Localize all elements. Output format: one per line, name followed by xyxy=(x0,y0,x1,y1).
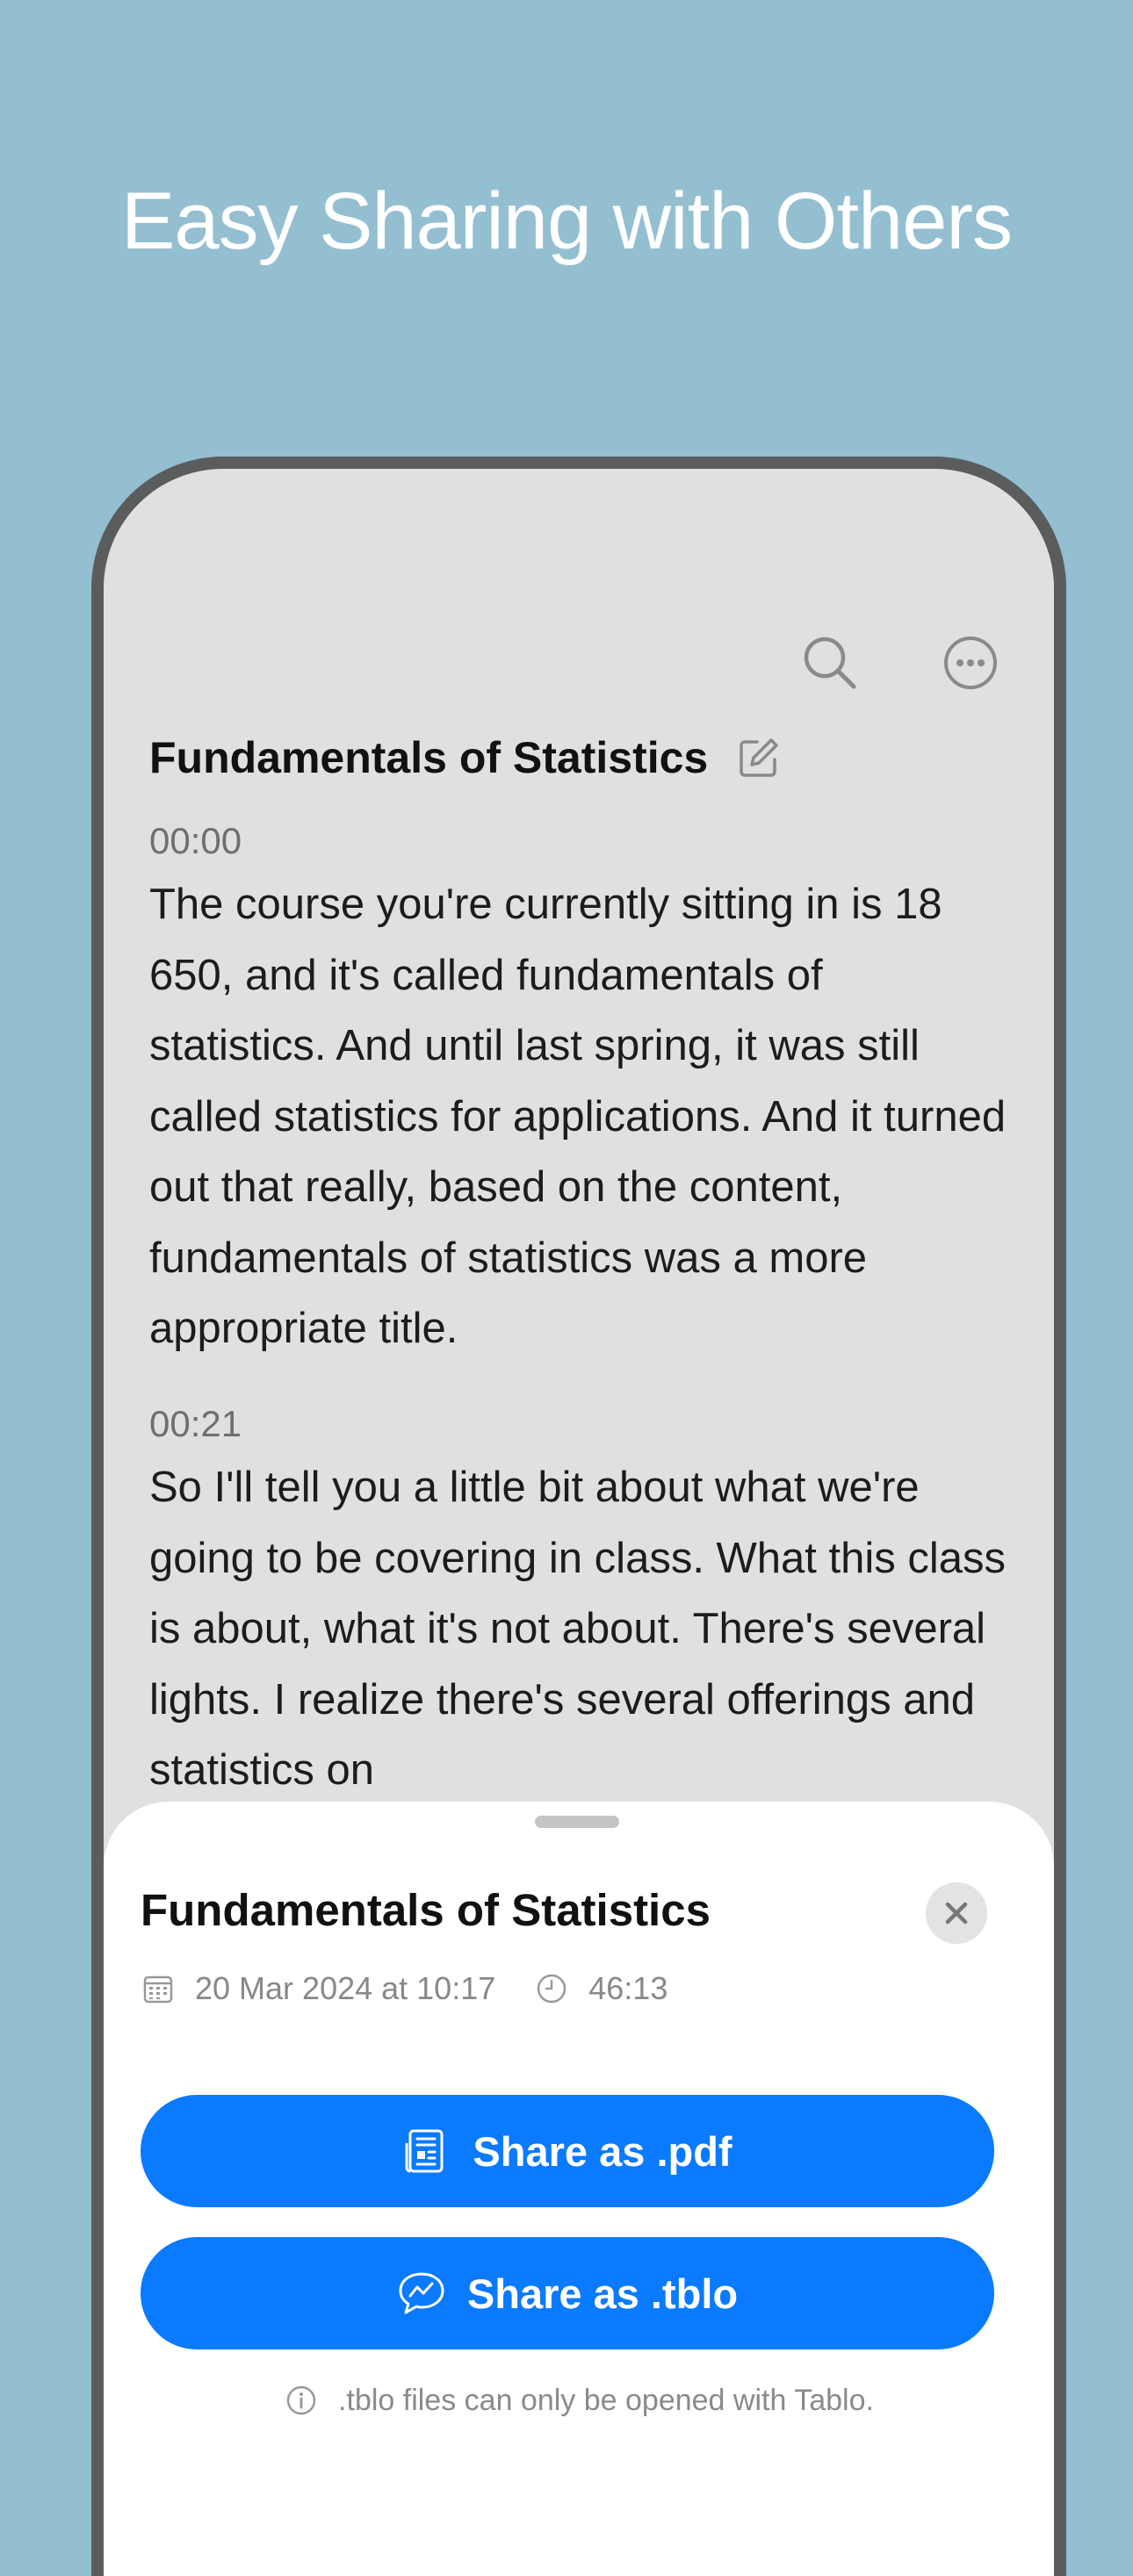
segment-timestamp[interactable]: 00:00 xyxy=(149,820,1010,862)
segment-timestamp[interactable]: 00:21 xyxy=(149,1403,1010,1445)
search-icon[interactable] xyxy=(799,632,861,694)
document-title: Fundamentals of Statistics xyxy=(149,733,709,782)
tblo-info-note: .tblo files can only be opened with Tabl… xyxy=(104,2383,1054,2418)
share-tblo-button[interactable]: Share as .tblo xyxy=(141,2237,994,2349)
recording-duration: 46:13 xyxy=(588,1970,668,2006)
document-header: Fundamentals of Statistics xyxy=(149,732,782,783)
document-icon xyxy=(402,2126,451,2176)
close-button[interactable] xyxy=(926,1882,987,1944)
segment-text: The course you're currently sitting in i… xyxy=(149,881,1007,1352)
share-pdf-button[interactable]: Share as .pdf xyxy=(141,2095,994,2207)
ellipsis-circle-icon[interactable] xyxy=(940,632,1001,694)
phone-frame: Fundamentals of Statistics 00:00 The cou… xyxy=(91,457,1066,2576)
share-pdf-label: Share as .pdf xyxy=(473,2127,732,2175)
app-screen: Fundamentals of Statistics 00:00 The cou… xyxy=(104,469,1054,2576)
share-sheet: Fundamentals of Statistics 20 Mar 2024 a… xyxy=(104,1802,1054,2576)
recording-meta: 20 Mar 2024 at 10:17 46:13 xyxy=(141,1970,668,2007)
transcript-segment: 00:00 The course you're currently sittin… xyxy=(149,820,1010,1364)
sheet-grabber[interactable] xyxy=(535,1816,619,1828)
clock-icon xyxy=(534,1971,569,2006)
info-note-text: .tblo files can only be opened with Tabl… xyxy=(338,2383,874,2417)
chat-bubble-icon xyxy=(397,2269,446,2318)
close-icon xyxy=(945,1902,968,1925)
edit-icon[interactable] xyxy=(736,735,782,781)
info-icon xyxy=(284,2383,319,2418)
share-tblo-label: Share as .tblo xyxy=(466,2270,739,2317)
segment-text: So I'll tell you a little bit about what… xyxy=(149,1464,1007,1794)
transcript-segment: 00:21 So I'll tell you a little bit abou… xyxy=(149,1403,1010,1806)
calendar-icon xyxy=(141,1971,176,2006)
headline: Easy Sharing with Others xyxy=(120,176,1013,266)
recording-date: 20 Mar 2024 at 10:17 xyxy=(195,1970,496,2006)
sheet-title: Fundamentals of Statistics xyxy=(141,1885,711,1935)
